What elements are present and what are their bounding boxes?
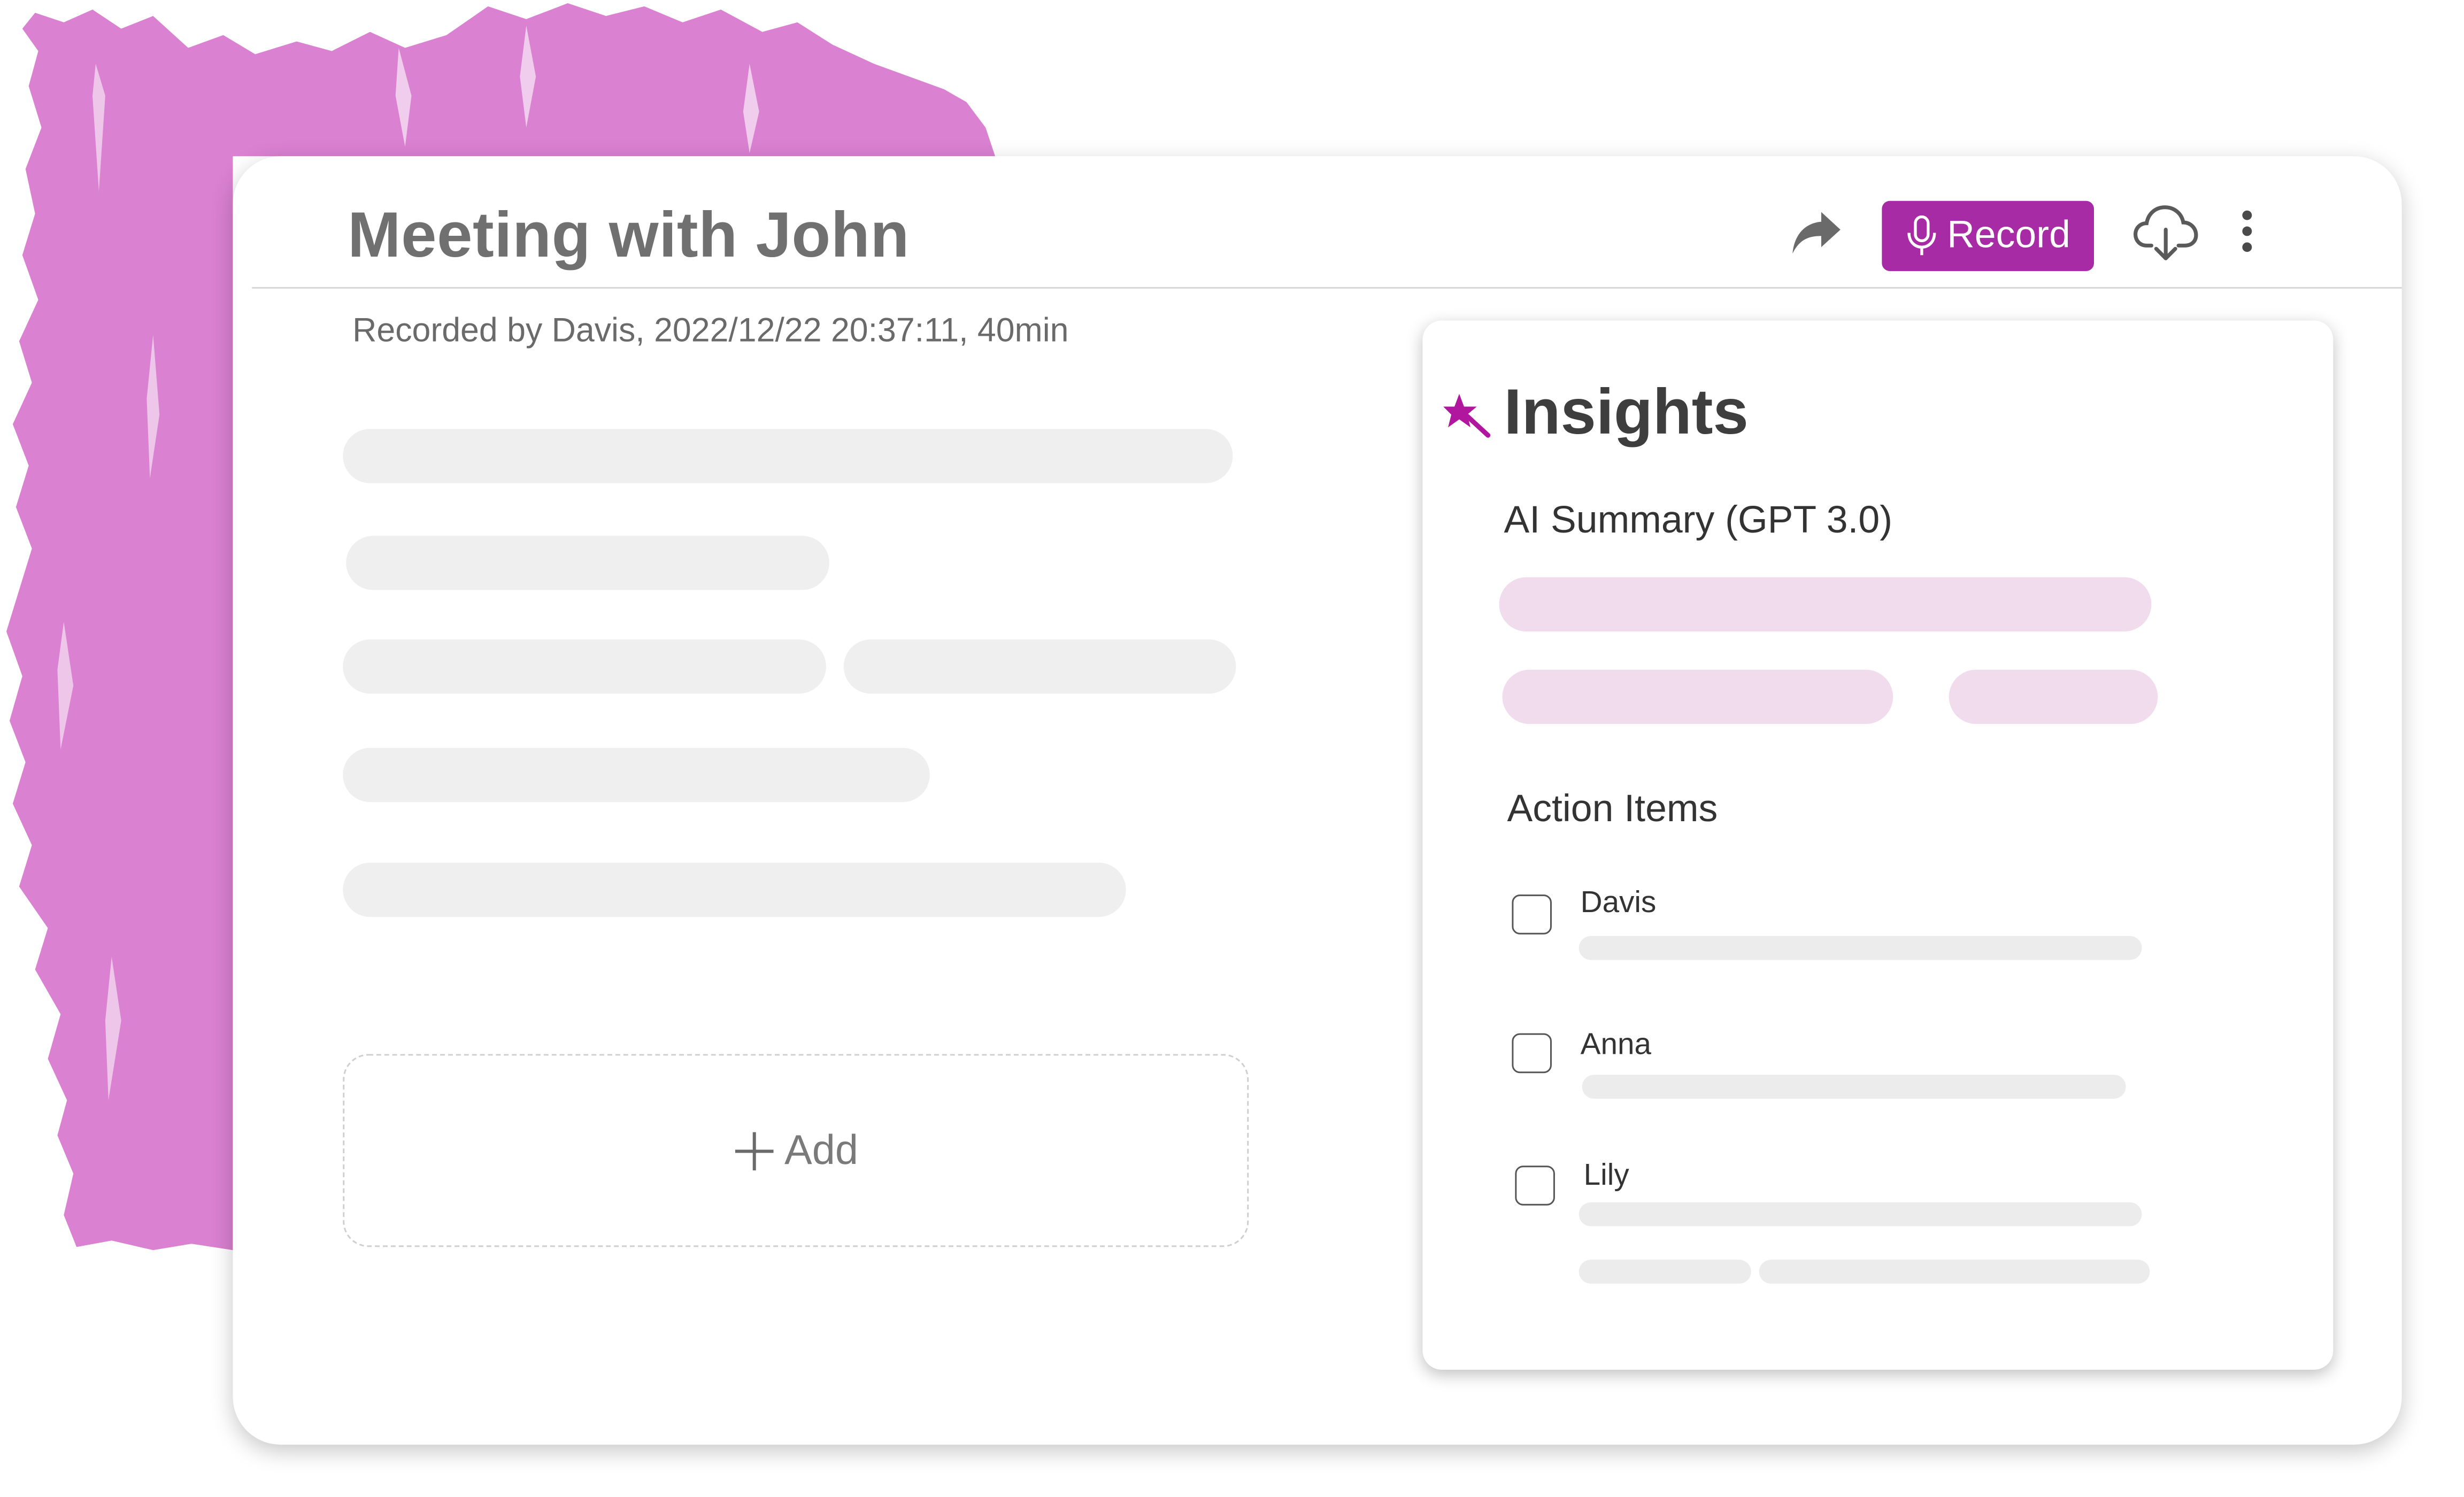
share-arrow-icon [1792, 212, 1841, 254]
page-title: Meeting with John [348, 200, 910, 272]
summary-placeholder-line [1499, 577, 2152, 632]
add-note-button[interactable]: Add [343, 1054, 1249, 1247]
download-button[interactable] [2131, 201, 2201, 265]
action-items-heading: Action Items [1507, 788, 1718, 831]
ai-summary-heading: AI Summary (GPT 3.0) [1504, 499, 1893, 543]
action-item-placeholder-line [1759, 1260, 2150, 1284]
action-item-checkbox[interactable] [1512, 894, 1552, 935]
notes-placeholder-line [343, 429, 1233, 483]
action-item-placeholder-line [1578, 1202, 2142, 1226]
action-item-checkbox[interactable] [1512, 1033, 1552, 1074]
notes-placeholder-line [343, 639, 826, 694]
action-item-assignee: Anna [1580, 1028, 1652, 1062]
notes-placeholder-line [343, 862, 1126, 917]
microphone-icon [1907, 215, 1936, 256]
more-options-button[interactable] [2230, 207, 2265, 255]
notes-placeholder-line [343, 747, 930, 802]
notes-placeholder-line [843, 639, 1236, 694]
vertical-dots-icon [2242, 210, 2252, 252]
share-button[interactable] [1788, 204, 1845, 261]
action-item-placeholder-line [1578, 1260, 1751, 1284]
add-label: Add [784, 1125, 858, 1174]
record-button[interactable]: Record [1882, 200, 2095, 272]
notes-placeholder-line [346, 536, 829, 590]
action-item-checkbox[interactable] [1515, 1166, 1555, 1206]
summary-placeholder-line [1502, 669, 1893, 724]
magic-wand-star-icon [1443, 393, 1491, 438]
header-divider [252, 287, 2402, 289]
recording-info: Recorded by Davis, 2022/12/22 20:37:11, … [352, 312, 1069, 350]
cloud-download-icon [2133, 205, 2198, 260]
summary-placeholder-line [1949, 669, 2158, 724]
record-label: Record [1947, 213, 2070, 257]
action-item-placeholder-line [1582, 1075, 2126, 1099]
action-item-assignee: Davis [1580, 886, 1657, 920]
plus-icon [735, 1131, 774, 1170]
action-item-assignee: Lily [1583, 1159, 1629, 1193]
app-stage: Meeting with John Recorded by Davis, 202… [0, 0, 2464, 1497]
insights-panel: Insights AI Summary (GPT 3.0) Action Ite… [1422, 320, 2334, 1370]
insights-title: Insights [1504, 377, 1749, 449]
action-item-placeholder-line [1578, 936, 2142, 960]
